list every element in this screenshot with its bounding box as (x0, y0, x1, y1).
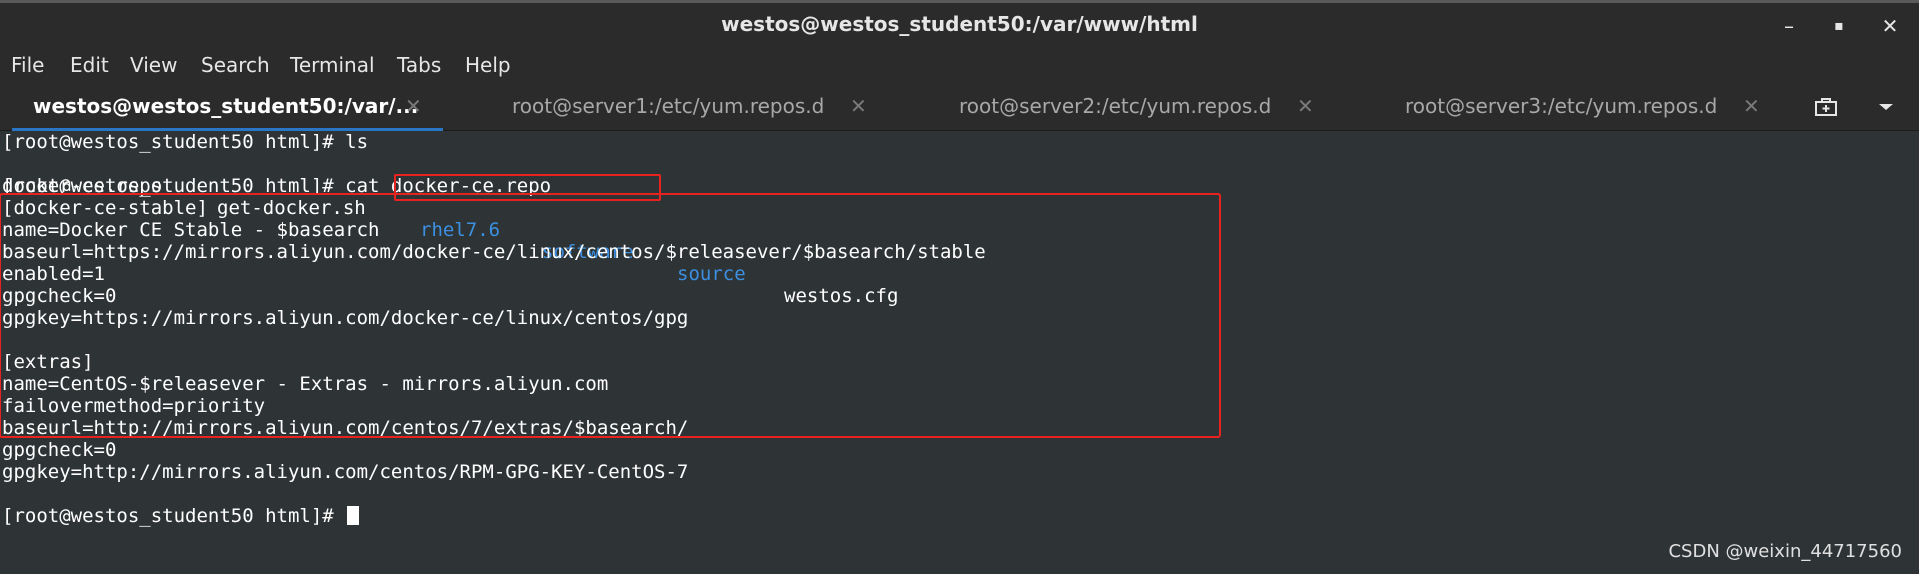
shell-prompt: [root@westos_student50 html]# (2, 505, 334, 527)
tab-bar: westos@westos_student50:/var/... ✕ root@… (0, 84, 1919, 131)
menu-file[interactable]: File (11, 53, 44, 77)
menu-view[interactable]: View (130, 53, 177, 77)
menu-terminal[interactable]: Terminal (290, 53, 375, 77)
output-line: gpgcheck=0 (2, 439, 117, 461)
watermark: CSDN @weixin_44717560 (1668, 541, 1902, 562)
menu-help[interactable]: Help (465, 53, 511, 77)
output-highlight-box (0, 193, 1221, 438)
minimize-button[interactable]: – (1772, 11, 1806, 41)
menu-search[interactable]: Search (201, 53, 270, 77)
close-tab-icon[interactable]: ✕ (1743, 94, 1760, 118)
shell-prompt: [root@westos_student50 html]# (2, 131, 334, 153)
menu-tabs[interactable]: Tabs (397, 53, 441, 77)
close-window-button[interactable]: ✕ (1873, 11, 1907, 41)
tab-server2[interactable]: root@server2:/etc/yum.repos.d ✕ (893, 84, 1339, 131)
close-tab-icon[interactable]: ✕ (850, 94, 867, 118)
prompt-line-ls: [root@westos_student50 html]# ls (2, 131, 368, 153)
tab-label: root@server1:/etc/yum.repos.d (512, 94, 825, 118)
terminal-window: westos@westos_student50:/var/www/html – … (0, 0, 1919, 574)
output-line: gpgkey=http://mirrors.aliyun.com/centos/… (2, 461, 689, 483)
tab-server1[interactable]: root@server1:/etc/yum.repos.d ✕ (446, 84, 892, 131)
close-tab-icon[interactable]: ✕ (1297, 94, 1314, 118)
chevron-down-icon (1879, 104, 1893, 110)
new-tab-button[interactable] (1810, 94, 1842, 120)
text-cursor (347, 506, 360, 525)
title-bar[interactable]: westos@westos_student50:/var/www/html – … (0, 0, 1919, 46)
ls-output: docker-ce.repo get-docker.sh rhel7.6 sof… (2, 153, 1002, 307)
tab-menu-button[interactable] (1870, 94, 1902, 120)
command-text: ls (333, 131, 369, 153)
tab-westos-student50[interactable]: westos@westos_student50:/var/... ✕ (0, 84, 446, 131)
maximize-button[interactable]: ▪ (1822, 11, 1856, 41)
window-title: westos@westos_student50:/var/www/html (721, 12, 1198, 36)
tab-server3[interactable]: root@server3:/etc/yum.repos.d ✕ (1339, 84, 1785, 131)
close-icon: ✕ (1881, 14, 1899, 38)
minimize-icon: – (1784, 14, 1794, 38)
terminal-output[interactable]: [root@westos_student50 html]# ls docker-… (0, 131, 1919, 574)
menu-bar: File Edit View Search Terminal Tabs Help (0, 46, 1919, 84)
maximize-icon: ▪ (1834, 18, 1844, 34)
menu-edit[interactable]: Edit (70, 53, 109, 77)
close-tab-icon[interactable]: ✕ (405, 94, 422, 118)
tab-label: root@server2:/etc/yum.repos.d (959, 94, 1272, 118)
new-tab-icon (1815, 98, 1837, 116)
tab-label: root@server3:/etc/yum.repos.d (1405, 94, 1718, 118)
tab-label: westos@westos_student50:/var/... (33, 94, 419, 118)
prompt-line-current: [root@westos_student50 html]# (2, 505, 360, 527)
